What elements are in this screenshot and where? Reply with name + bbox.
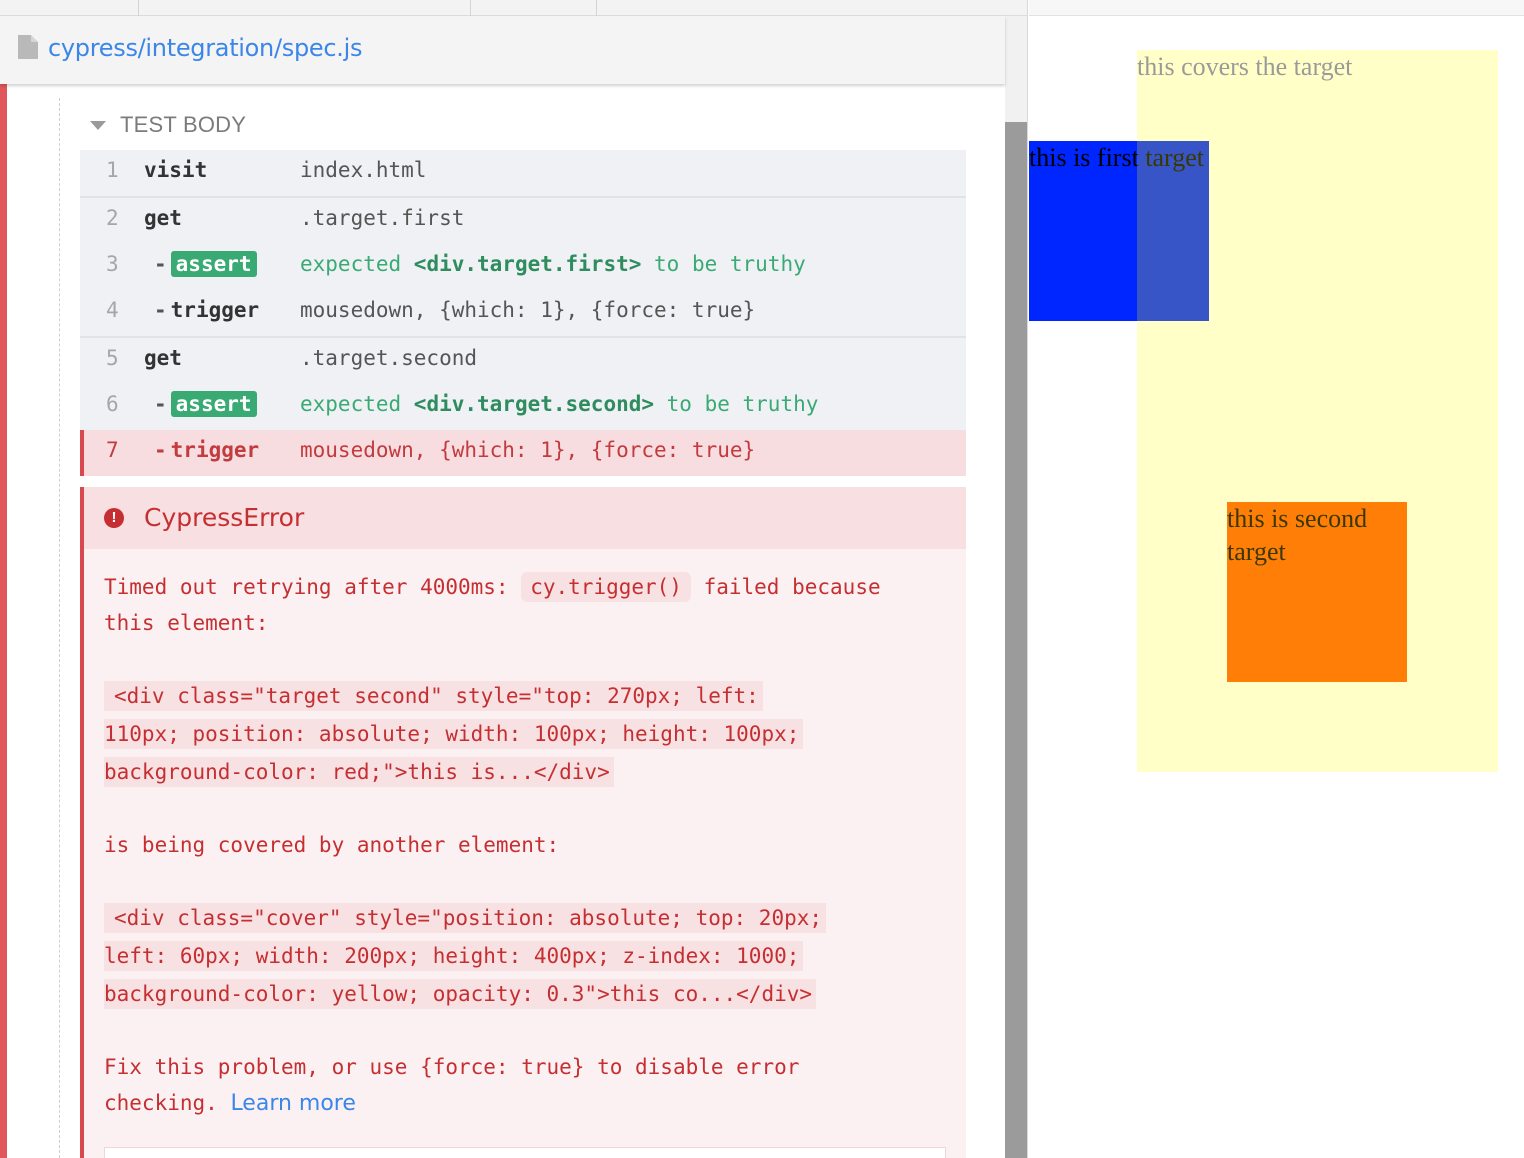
command-row[interactable]: 3 - assert expected <div.target.first> to… bbox=[80, 244, 966, 290]
file-icon bbox=[18, 35, 38, 59]
command-name: visit bbox=[144, 158, 208, 182]
learn-more-link[interactable]: Learn more bbox=[230, 1091, 355, 1116]
command-number: 1 bbox=[106, 158, 119, 182]
command-message: expected <div.target.second> to be truth… bbox=[300, 392, 819, 416]
error-title: CypressError bbox=[144, 503, 305, 532]
command-message: expected <div.target.first> to be truthy bbox=[300, 252, 806, 276]
command-name: - trigger bbox=[154, 298, 260, 322]
cover-overlay[interactable] bbox=[1137, 50, 1498, 772]
command-message: .target.first bbox=[300, 206, 465, 230]
command-name: get bbox=[144, 346, 182, 370]
command-message: mousedown, {which: 1}, {force: true} bbox=[300, 438, 756, 462]
assert-badge: assert bbox=[170, 391, 257, 417]
spec-file-header: cypress/integration/spec.js bbox=[0, 16, 1005, 84]
command-row[interactable]: 1 visit index.html bbox=[80, 150, 966, 196]
command-number: 3 bbox=[106, 252, 119, 276]
spec-file-link[interactable]: cypress/integration/spec.js bbox=[48, 34, 362, 62]
covered-text: is being covered by another element: bbox=[104, 833, 560, 857]
command-name: - trigger bbox=[154, 438, 260, 462]
command-message: mousedown, {which: 1}, {force: true} bbox=[300, 298, 756, 322]
cover-code-block: <div class="cover" style="position: abso… bbox=[104, 899, 944, 1013]
command-number: 6 bbox=[106, 392, 119, 416]
toolbar-separator bbox=[138, 0, 139, 16]
code-frame-box bbox=[104, 1147, 946, 1158]
element-code-block: <div class="target second" style="top: 2… bbox=[104, 677, 944, 791]
command-number: 2 bbox=[106, 206, 119, 230]
failed-test-indicator bbox=[0, 84, 7, 1158]
command-group: 5 get .target.second 6 - assert expected … bbox=[80, 338, 966, 476]
cover-text: this covers the target bbox=[1137, 52, 1353, 81]
fix-hint: Fix this problem, or use {force: true} t… bbox=[104, 1055, 800, 1116]
app-under-test: this is first target this is second targ… bbox=[1029, 0, 1524, 1158]
panel-divider[interactable] bbox=[1027, 0, 1028, 1158]
command-group: 2 get .target.first 3 - assert expected <… bbox=[80, 198, 966, 338]
scrollbar-thumb[interactable] bbox=[1005, 122, 1027, 1158]
error-message: Timed out retrying after 4000ms: cy.trig… bbox=[104, 569, 944, 1122]
test-body-toggle[interactable]: TEST BODY bbox=[90, 110, 246, 140]
command-message: .target.second bbox=[300, 346, 478, 370]
command-number: 5 bbox=[106, 346, 119, 370]
command-number: 7 bbox=[106, 438, 119, 462]
error-icon: ! bbox=[104, 508, 124, 528]
toolbar-separator bbox=[470, 0, 471, 16]
command-message: index.html bbox=[300, 158, 427, 182]
command-row-failed[interactable]: 7 - trigger mousedown, {which: 1}, {force… bbox=[80, 430, 966, 476]
error-panel: ! CypressError Timed out retrying after … bbox=[80, 487, 966, 1158]
command-log: 1 visit index.html 2 get .target.first 3… bbox=[80, 150, 966, 476]
top-toolbar-strip bbox=[0, 0, 1028, 16]
command-number: 4 bbox=[106, 298, 119, 322]
reporter-panel: cypress/integration/spec.js TEST BODY 1 … bbox=[0, 0, 1028, 1158]
command-name: - assert bbox=[154, 391, 257, 417]
command-row[interactable]: 6 - assert expected <div.target.second> t… bbox=[80, 384, 966, 430]
toolbar-separator bbox=[596, 0, 597, 16]
command-name: - assert bbox=[154, 251, 257, 277]
aut-top-strip bbox=[1029, 0, 1524, 16]
command-name: get bbox=[144, 206, 182, 230]
reporter-scrollbar[interactable] bbox=[1005, 16, 1027, 1158]
test-body-label: TEST BODY bbox=[120, 112, 247, 137]
command-row[interactable]: 2 get .target.first bbox=[80, 198, 966, 244]
hook-guide-line bbox=[59, 98, 60, 1158]
error-header: ! CypressError bbox=[84, 487, 966, 549]
error-summary: Timed out retrying after 4000ms: cy.trig… bbox=[104, 569, 944, 641]
command-row[interactable]: 4 - trigger mousedown, {which: 1}, {force… bbox=[80, 290, 966, 336]
command-row[interactable]: 5 get .target.second bbox=[80, 338, 966, 384]
inline-code: cy.trigger() bbox=[521, 572, 691, 602]
caret-down-icon bbox=[90, 121, 106, 130]
assert-badge: assert bbox=[170, 251, 257, 277]
command-group: 1 visit index.html bbox=[80, 150, 966, 198]
